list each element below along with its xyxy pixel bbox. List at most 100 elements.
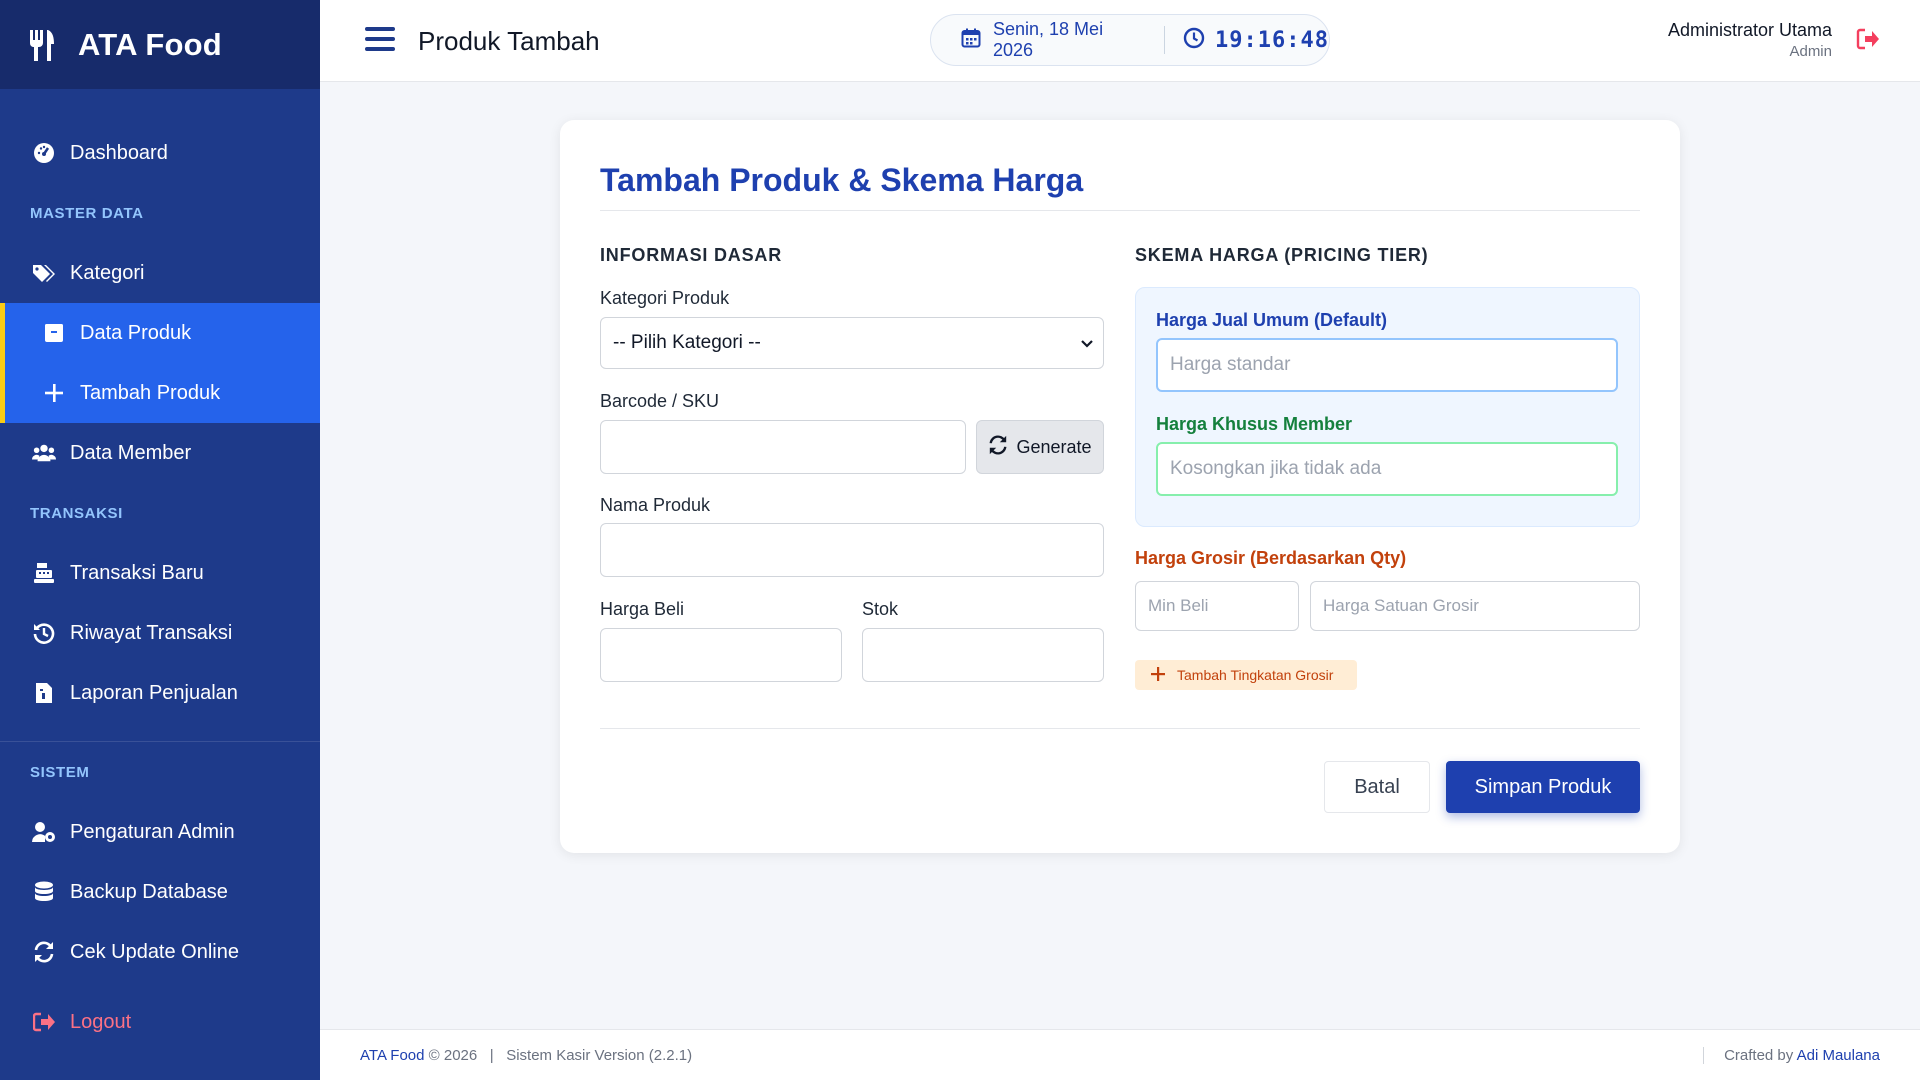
sidebar-item-label: Pengaturan Admin [70,820,235,843]
sidebar-item-label: Kategori [70,261,145,284]
harga-grosir-label: Harga Grosir (Berdasarkan Qty) [1135,548,1407,568]
kategori-select[interactable]: -- Pilih Kategori -- [600,317,1104,369]
calendar-icon [961,28,981,53]
footer-author-link[interactable]: Adi Maulana [1797,1047,1880,1064]
sync-icon [988,434,1008,460]
cancel-button[interactable]: Batal [1324,761,1430,813]
sidebar-item-logout[interactable]: Logout [0,992,320,1052]
sidebar-item-transaksi-baru[interactable]: Transaksi Baru [0,543,320,603]
hamburger-menu-icon[interactable] [365,27,395,53]
footer-left: ATA Food © 2026 | Sistem Kasir Version (… [360,1047,692,1064]
sidebar-item-label: Laporan Penjualan [70,681,238,704]
product-form-card: Tambah Produk & Skema Harga INFORMASI DA… [560,120,1680,853]
cash-register-icon [32,561,56,585]
harga-member-label: Harga Khusus Member [1156,414,1353,434]
page-footer: ATA Food © 2026 | Sistem Kasir Version (… [320,1029,1920,1080]
gauge-icon [32,141,56,165]
footer-separator: | [489,1047,494,1064]
form-footer-divider [600,728,1640,729]
section-master-data: MASTER DATA [30,204,144,222]
sidebar-item-label: Logout [70,1010,132,1033]
sidebar-item-label: Riwayat Transaksi [70,621,233,644]
sync-icon [32,940,56,964]
nama-produk-label: Nama Produk [600,495,711,515]
header-logout-icon[interactable] [1856,28,1880,55]
sidebar-item-laporan-penjualan[interactable]: Laporan Penjualan [0,663,320,723]
footer-brand: ATA Food [360,1047,425,1064]
generate-barcode-button[interactable]: Generate [976,420,1104,474]
sidebar-item-label: Backup Database [70,880,228,903]
brand-bar: ATA Food [0,0,320,89]
datetime-divider [1164,26,1166,54]
add-tier-label: Tambah Tingkatan Grosir [1177,667,1334,683]
sidebar-item-label: Cek Update Online [70,940,239,963]
time-text: 19:16:48 [1215,27,1329,53]
sidebar-nav: Dashboard MASTER DATA Kategori Data Prod… [0,89,320,1052]
sign-out-icon [32,1010,56,1034]
harga-member-input[interactable]: Kosongkan jika tidak ada [1156,442,1618,496]
barcode-label: Barcode / SKU [600,391,720,411]
box-icon [42,321,66,345]
barcode-input[interactable] [600,420,966,474]
footer-version: Sistem Kasir Version (2.2.1) [506,1047,693,1064]
top-header: Produk Tambah Senin, 18 Mei 2026 19:16:4… [320,0,1920,82]
footer-copyright: © 2026 [428,1047,478,1064]
tags-icon [32,261,56,285]
pricing-section-heading: SKEMA HARGA (PRICING TIER) [1135,245,1429,265]
user-info: Administrator Utama Admin [1668,20,1832,60]
users-icon [32,441,56,465]
info-section-heading: INFORMASI DASAR [600,245,782,265]
form-title: Tambah Produk & Skema Harga [600,162,1084,198]
harga-beli-label: Harga Beli [600,599,685,619]
sidebar-item-data-member[interactable]: Data Member [0,423,320,483]
sidebar-item-label: Transaksi Baru [70,561,204,584]
sidebar-item-label: Tambah Produk [80,381,221,404]
chevron-down-icon [1081,332,1093,354]
sidebar-item-cek-update[interactable]: Cek Update Online [0,922,320,982]
user-role: Admin [1789,43,1832,60]
sidebar-item-label: Data Member [70,441,192,464]
add-grosir-tier-button[interactable]: Tambah Tingkatan Grosir [1135,660,1357,690]
plus-icon [1151,666,1165,684]
datetime-pill: Senin, 18 Mei 2026 19:16:48 [930,14,1330,66]
harga-beli-input[interactable] [600,628,842,682]
file-invoice-icon [32,681,56,705]
title-divider [600,210,1640,211]
generate-label: Generate [1016,436,1092,457]
kategori-selected-value: -- Pilih Kategori -- [613,332,761,353]
sidebar-item-label: Dashboard [70,141,168,164]
brand-name: ATA Food [78,26,222,62]
sidebar-item-riwayat-transaksi[interactable]: Riwayat Transaksi [0,603,320,663]
utensils-icon [28,28,56,62]
harga-grosir-input[interactable]: Harga Satuan Grosir [1310,581,1640,631]
date-text: Senin, 18 Mei 2026 [993,19,1104,60]
sidebar: ATA Food Dashboard MASTER DATA Kategori … [0,0,320,1080]
min-beli-input[interactable]: Min Beli [1135,581,1299,631]
save-product-button[interactable]: Simpan Produk [1446,761,1640,813]
stok-label: Stok [862,599,899,619]
harga-umum-label: Harga Jual Umum (Default) [1156,310,1388,330]
footer-crafted-prefix: Crafted by [1724,1047,1794,1064]
plus-icon [42,381,66,405]
footer-right: Crafted by Adi Maulana [1703,1047,1880,1064]
section-sistem: SISTEM [30,763,90,781]
sidebar-item-dashboard[interactable]: Dashboard [0,123,320,183]
section-transaksi: TRANSAKSI [30,504,123,522]
kategori-label: Kategori Produk [600,288,730,308]
page-title: Produk Tambah [418,26,600,56]
clock-icon [1183,27,1205,54]
sidebar-item-data-produk[interactable]: Data Produk [0,303,320,363]
user-gear-icon [32,820,56,844]
nama-produk-input[interactable] [600,523,1104,577]
harga-umum-input[interactable]: Harga standar [1156,338,1618,392]
database-icon [32,880,56,904]
user-name: Administrator Utama [1667,20,1832,40]
sidebar-item-tambah-produk[interactable]: Tambah Produk [0,363,320,423]
history-icon [32,621,56,645]
sidebar-item-label: Data Produk [80,321,192,344]
sidebar-item-pengaturan-admin[interactable]: Pengaturan Admin [0,802,320,862]
sidebar-item-kategori[interactable]: Kategori [0,243,320,303]
sidebar-item-backup-database[interactable]: Backup Database [0,862,320,922]
stok-input[interactable] [862,628,1104,682]
pricing-tier-box: Harga Jual Umum (Default) Harga standar … [1135,287,1640,527]
